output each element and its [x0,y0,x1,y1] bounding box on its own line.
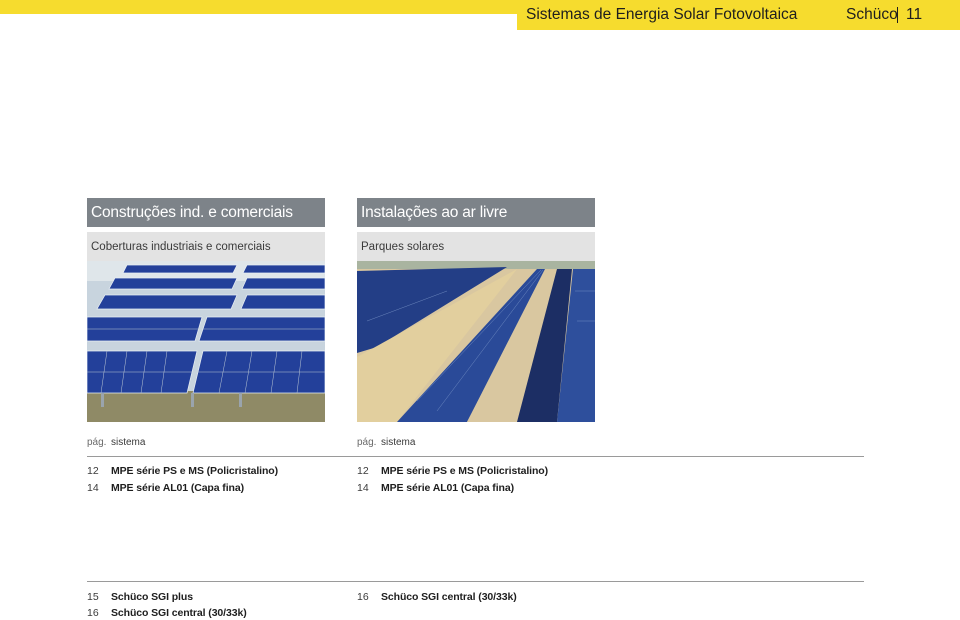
list-header-left: pág. sistema [87,437,145,448]
page-number: 11 [906,6,923,23]
section-divider [87,581,864,582]
document-title: Sistemas de Energia Solar Fotovoltaica [526,6,798,23]
list-item: 14 MPE série AL01 (Capa fina) [357,482,514,494]
category-subtitle: Parques solares [357,232,595,261]
system-column-label: sistema [111,437,146,448]
page-column-label: pág. [87,437,107,448]
category-column-industrial: Construções ind. e comerciais Coberturas… [87,198,325,422]
category-column-outdoor: Instalações ao ar livre Parques solares [357,198,595,422]
page-column-label: pág. [357,437,377,448]
list-item: 15 Schüco SGI plus [87,591,193,603]
brand-name: Schüco [846,6,898,23]
list-header-right: pág. sistema [357,437,415,448]
list-item: 14 MPE série AL01 (Capa fina) [87,482,244,494]
list-item: 16 Schüco SGI central (30/33k) [87,607,247,619]
category-title: Instalações ao ar livre [357,198,595,227]
section-divider [87,456,864,457]
header-divider [897,7,898,23]
page-header: Sistemas de Energia Solar Fotovoltaica S… [517,0,960,30]
list-item: 12 MPE série PS e MS (Policristalino) [357,465,548,477]
list-item: 16 Schüco SGI central (30/33k) [357,591,517,603]
category-subtitle: Coberturas industriais e comerciais [87,232,325,261]
header-accent-bar [0,0,517,14]
rooftop-solar-photo [87,261,325,422]
system-column-label: sistema [381,437,416,448]
list-item: 12 MPE série PS e MS (Policristalino) [87,465,278,477]
solar-park-photo [357,261,595,422]
category-title: Construções ind. e comerciais [87,198,325,227]
